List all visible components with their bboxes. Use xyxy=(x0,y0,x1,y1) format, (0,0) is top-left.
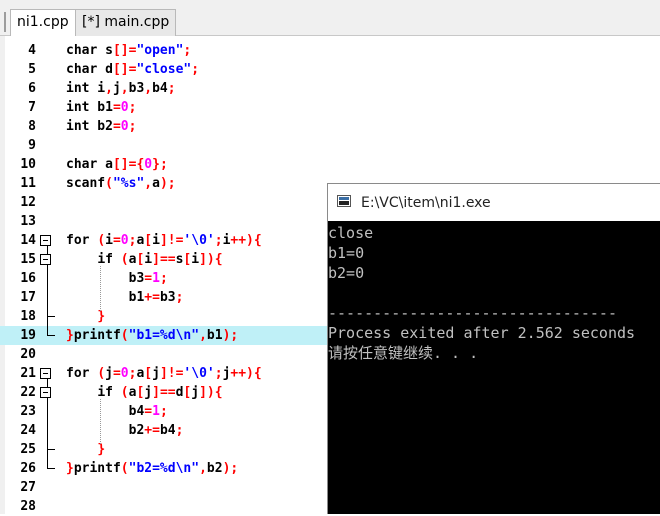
code-text[interactable]: if (a[i]==s[i]){ xyxy=(66,250,222,269)
code-line[interactable]: 10 char a[]={0}; xyxy=(0,155,660,174)
code-line[interactable]: 9 xyxy=(0,136,660,155)
code-text[interactable]: b2+=b4; xyxy=(66,421,184,440)
code-text[interactable]: for (i=0;a[i]!='\0';i++){ xyxy=(66,231,262,250)
code-text[interactable]: char d[]="close"; xyxy=(66,60,199,79)
tab-main-cpp[interactable]: [*] main.cpp xyxy=(75,9,177,36)
line-number: 9 xyxy=(28,138,36,153)
editor-tab-bar: ni1.cpp [*] main.cpp xyxy=(0,0,660,37)
code-text[interactable]: int b1=0; xyxy=(66,98,136,117)
line-number: 7 xyxy=(28,100,36,115)
console-title-bar[interactable]: E:\VC\item\ni1.exe xyxy=(328,184,660,221)
line-number: 5 xyxy=(28,62,36,77)
console-window-icon xyxy=(337,195,351,207)
indent-guide xyxy=(100,266,101,311)
console-output-line: close xyxy=(328,224,374,242)
line-number: 26 xyxy=(20,461,36,476)
line-number: 18 xyxy=(20,309,36,324)
fold-end-marker xyxy=(47,468,55,469)
console-output-line: Process exited after 2.562 seconds xyxy=(328,324,636,342)
console-title: E:\VC\item\ni1.exe xyxy=(361,195,491,211)
tab-ni1-cpp[interactable]: ni1.cpp xyxy=(10,9,76,37)
console-window[interactable]: E:\VC\item\ni1.exe close b1=0 b2=0 --------… xyxy=(327,183,660,514)
fold-minus-icon[interactable] xyxy=(40,368,51,379)
code-text[interactable]: b3=1; xyxy=(66,269,168,288)
code-text[interactable]: char a[]={0}; xyxy=(66,155,168,174)
code-text[interactable]: if (a[j]==d[j]){ xyxy=(66,383,222,402)
line-number: 28 xyxy=(20,499,36,514)
fold-end-marker xyxy=(47,335,55,336)
line-number: 23 xyxy=(20,404,36,419)
code-line[interactable]: 8 int b2=0; xyxy=(0,117,660,136)
line-number: 13 xyxy=(20,214,36,229)
fold-end-marker xyxy=(47,449,55,450)
code-text[interactable]: b4=1; xyxy=(66,402,168,421)
fold-minus-icon[interactable] xyxy=(40,254,51,265)
code-text[interactable]: for (j=0;a[j]!='\0';j++){ xyxy=(66,364,262,383)
line-number: 14 xyxy=(20,233,36,248)
code-text[interactable]: scanf("%s",a); xyxy=(66,174,176,193)
console-output-line: b2=0 xyxy=(328,264,365,282)
tab-separator xyxy=(4,12,6,32)
line-number: 19 xyxy=(20,328,36,343)
code-text[interactable]: int i,j,b3,b4; xyxy=(66,79,176,98)
line-number: 20 xyxy=(20,347,36,362)
indent-guide xyxy=(100,399,101,444)
line-number: 15 xyxy=(20,252,36,267)
code-line[interactable]: 4 char s[]="open"; xyxy=(0,41,660,60)
line-number: 4 xyxy=(28,43,36,58)
console-output-line: b1=0 xyxy=(328,244,365,262)
line-number: 12 xyxy=(20,195,36,210)
fold-minus-icon[interactable] xyxy=(40,235,51,246)
code-text[interactable]: char s[]="open"; xyxy=(66,41,191,60)
line-number: 6 xyxy=(28,81,36,96)
console-output: close b1=0 b2=0 ---------------------------… xyxy=(328,221,660,514)
line-number: 10 xyxy=(20,157,36,172)
line-number: 11 xyxy=(20,176,36,191)
code-text[interactable]: b1+=b3; xyxy=(66,288,184,307)
code-text[interactable]: }printf("b2=%d\n",b2); xyxy=(66,459,238,478)
line-number: 22 xyxy=(20,385,36,400)
code-line[interactable]: 6 int i,j,b3,b4; xyxy=(0,79,660,98)
line-number: 16 xyxy=(20,271,36,286)
line-number: 21 xyxy=(20,366,36,381)
line-number: 17 xyxy=(20,290,36,305)
line-number: 27 xyxy=(20,480,36,495)
line-number: 24 xyxy=(20,423,36,438)
code-text[interactable]: int b2=0; xyxy=(66,117,136,136)
fold-end-marker xyxy=(47,316,55,317)
console-output-line: 请按任意键继续. . . xyxy=(328,344,479,362)
code-line[interactable]: 7 int b1=0; xyxy=(0,98,660,117)
line-number: 8 xyxy=(28,119,36,134)
line-number: 25 xyxy=(20,442,36,457)
console-output-line: -------------------------------- xyxy=(328,304,617,322)
fold-minus-icon[interactable] xyxy=(40,387,51,398)
code-line[interactable]: 5 char d[]="close"; xyxy=(0,60,660,79)
code-text[interactable]: }printf("b1=%d\n",b1); xyxy=(66,326,238,345)
